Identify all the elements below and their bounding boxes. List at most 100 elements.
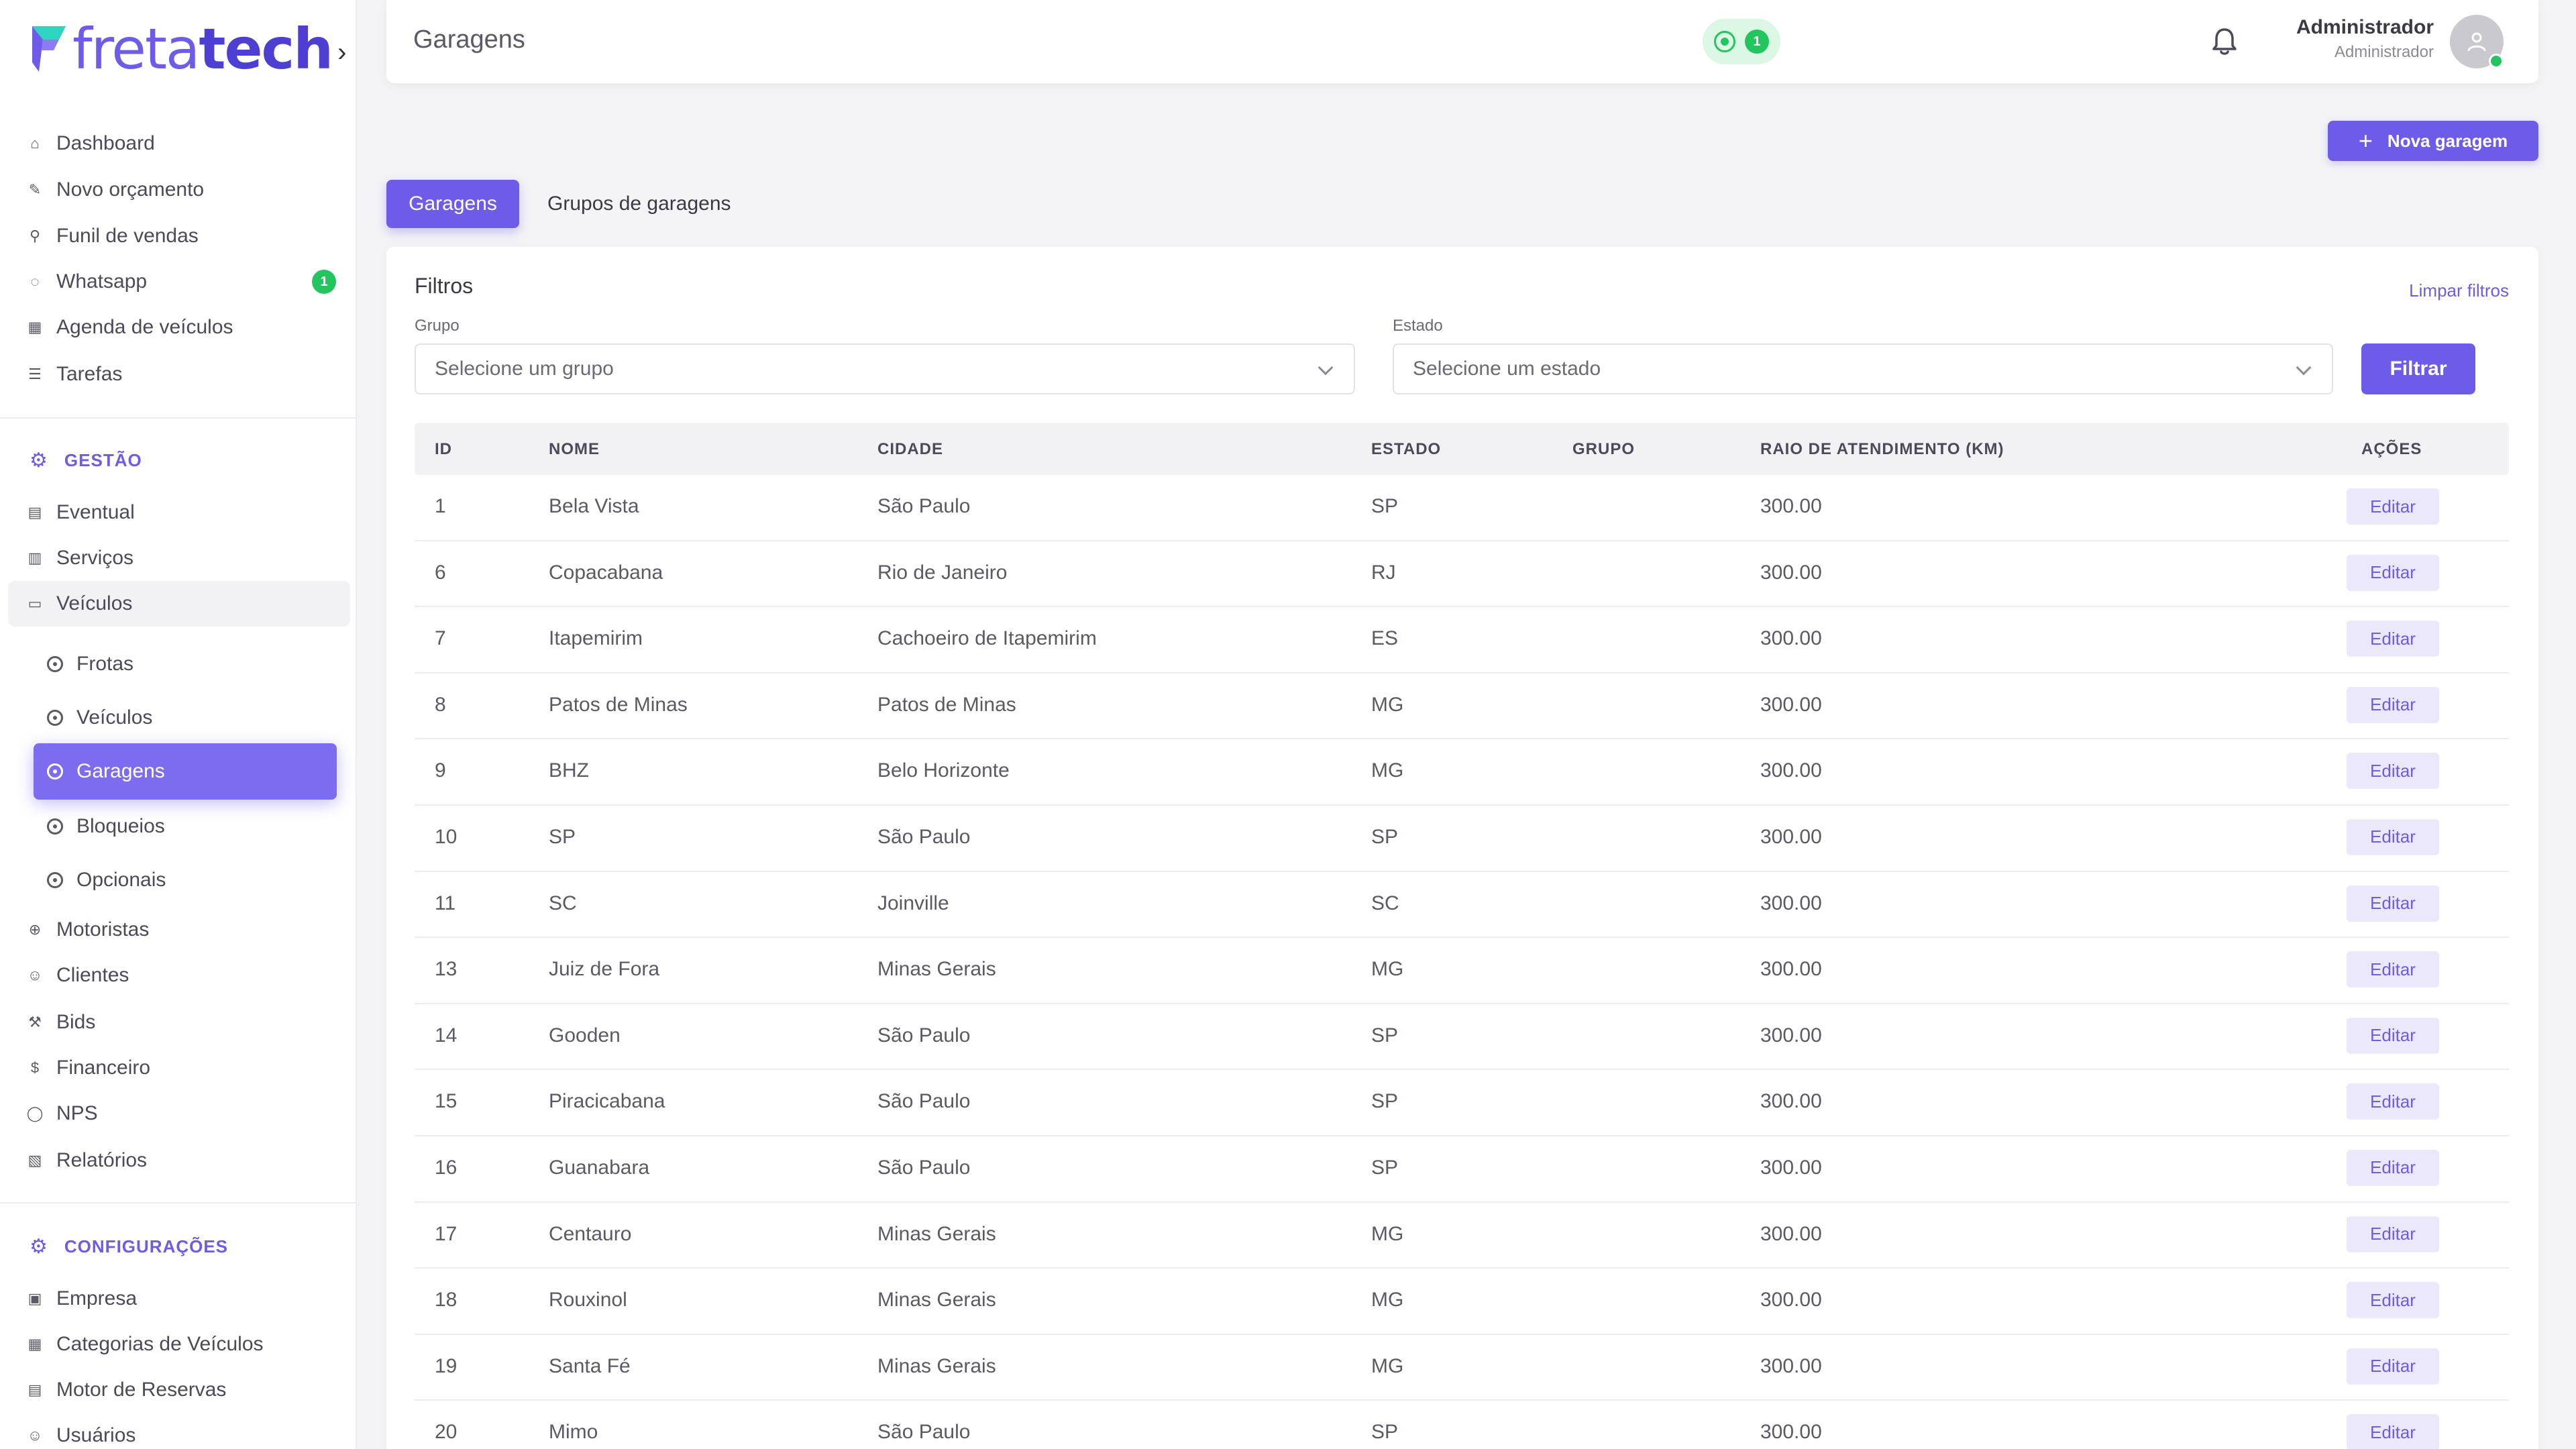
sidebar-item-usuarios[interactable]: ☺ Usuários	[27, 1417, 136, 1449]
sidebar-item-veiculos[interactable]: ▭ Veículos	[27, 585, 133, 623]
sidebar-item-funil-de-vendas[interactable]: ⚲ Funil de vendas	[27, 217, 199, 255]
column-estado[interactable]: ESTADO	[1371, 440, 1441, 459]
sidebar-item-label: Relatórios	[56, 1149, 148, 1171]
sidebar-subitem-veiculos[interactable]: Veículos	[47, 699, 152, 737]
clear-filters-link[interactable]: Limpar filtros	[2409, 280, 2509, 301]
edit-button[interactable]: Editar	[2347, 1348, 2439, 1385]
sidebar-item-empresa[interactable]: ▣ Empresa	[27, 1280, 137, 1318]
edit-button[interactable]: Editar	[2347, 686, 2439, 723]
column-nome[interactable]: NOME	[549, 440, 600, 459]
sidebar-item-financeiro[interactable]: $ Financeiro	[27, 1049, 150, 1087]
whatsapp-button[interactable]: 1	[1703, 19, 1780, 64]
edit-button[interactable]: Editar	[2347, 554, 2439, 591]
cell-id: 8	[435, 693, 446, 716]
edit-button[interactable]: Editar	[2347, 621, 2439, 657]
sidebar-item-eventual[interactable]: ▤ Eventual	[27, 494, 135, 531]
sidebar-item-motor-de-reservas[interactable]: ▤ Motor de Reservas	[27, 1371, 227, 1409]
edit-button[interactable]: Editar	[2347, 488, 2439, 525]
logo[interactable]: fretatech ›	[30, 19, 346, 79]
bell-icon[interactable]	[2211, 27, 2238, 56]
cell-raio: 300.00	[1760, 693, 1822, 716]
cell-id: 10	[435, 825, 458, 848]
group-label: Grupo	[415, 317, 460, 335]
tasks-icon: ☰	[28, 366, 42, 382]
cell-id: 14	[435, 1024, 458, 1046]
new-garage-button[interactable]: + Nova garagem	[2328, 121, 2538, 161]
sidebar-item-novo-orcamento[interactable]: ✎ Novo orçamento	[27, 171, 204, 209]
whatsapp-icon: ◌	[30, 273, 40, 290]
cell-estado: MG	[1371, 693, 1404, 716]
cell-cidade: Minas Gerais	[877, 958, 996, 981]
logo-mark-icon	[32, 26, 66, 72]
cell-raio: 300.00	[1760, 1024, 1822, 1046]
user-name[interactable]: Administrador	[2296, 16, 2434, 39]
sidebar-item-bids[interactable]: ⚒ Bids	[27, 1004, 95, 1041]
cell-raio: 300.00	[1760, 1222, 1822, 1245]
column-id[interactable]: ID	[435, 440, 452, 459]
tab-grupos-de-garagens[interactable]: Grupos de garagens	[537, 180, 742, 228]
chevron-right-icon[interactable]: ›	[337, 38, 346, 68]
sidebar-subitem-opcionais[interactable]: Opcionais	[47, 861, 166, 899]
cell-estado: MG	[1371, 1289, 1404, 1311]
cell-id: 18	[435, 1289, 458, 1311]
garages-card: Filtros Limpar filtros Grupo Selecione u…	[386, 247, 2538, 1449]
cell-nome: Patos de Minas	[549, 693, 688, 716]
sidebar-subitem-bloqueios[interactable]: Bloqueios	[47, 808, 165, 845]
cell-cidade: Minas Gerais	[877, 1354, 996, 1377]
sidebar-item-label: Serviços	[56, 547, 134, 569]
cell-cidade: Minas Gerais	[877, 1222, 996, 1245]
section-title-gestao: ⚙ GESTÃO	[30, 447, 142, 474]
column-cidade[interactable]: CIDADE	[877, 440, 943, 459]
chevron-down-icon	[1318, 360, 1334, 376]
edit-button[interactable]: Editar	[2347, 1017, 2439, 1054]
sidebar-item-servicos[interactable]: ▥ Serviços	[27, 539, 133, 577]
sidebar-item-nps[interactable]: ◯ NPS	[27, 1095, 98, 1132]
edit-button[interactable]: Editar	[2347, 753, 2439, 790]
table-row: 13 Juiz de Fora Minas Gerais MG 300.00 Editar	[415, 938, 2509, 1004]
whatsapp-badge: 1	[312, 270, 336, 294]
sidebar-item-whatsapp[interactable]: ◌ Whatsapp	[27, 263, 147, 301]
sidebar-item-label: Agenda de veículos	[56, 316, 233, 338]
table-icon: ▤	[28, 1381, 42, 1398]
edit-button[interactable]: Editar	[2347, 1414, 2439, 1449]
section-label: CONFIGURAÇÕES	[64, 1236, 229, 1256]
sidebar-item-label: Opcionais	[76, 869, 166, 891]
tab-garagens[interactable]: Garagens	[386, 180, 519, 228]
edit-button[interactable]: Editar	[2347, 1282, 2439, 1319]
column-grupo[interactable]: GRUPO	[1572, 440, 1635, 459]
table-row: 11 SC Joinville SC 300.00 Editar	[415, 872, 2509, 938]
whatsapp-count-badge: 1	[1745, 30, 1769, 54]
sidebar-item-relatorios[interactable]: ▧ Relatórios	[27, 1142, 147, 1179]
group-select[interactable]: Selecione um grupo	[415, 343, 1355, 394]
edit-button[interactable]: Editar	[2347, 951, 2439, 988]
edit-button[interactable]: Editar	[2347, 1216, 2439, 1252]
sidebar-item-label: Whatsapp	[56, 270, 148, 292]
state-select[interactable]: Selecione um estado	[1393, 343, 2333, 394]
sidebar-item-label: Veículos	[76, 706, 153, 729]
sidebar-item-agenda-de-veiculos[interactable]: ▦ Agenda de veículos	[27, 309, 233, 346]
sidebar-item-categorias-de-veiculos[interactable]: ▦ Categorias de Veículos	[27, 1326, 264, 1363]
column-raio[interactable]: RAIO DE ATENDIMENTO (KM)	[1760, 440, 2004, 459]
sidebar-item-tarefas[interactable]: ☰ Tarefas	[27, 356, 122, 393]
cell-raio: 300.00	[1760, 1090, 1822, 1113]
cell-raio: 300.00	[1760, 1156, 1822, 1179]
cell-raio: 300.00	[1760, 561, 1822, 584]
edit-icon: ✎	[28, 181, 42, 198]
circle-dot-icon	[47, 872, 63, 888]
filter-button[interactable]: Filtrar	[2361, 343, 2475, 394]
cell-estado: SP	[1371, 495, 1399, 517]
circle-dot-icon	[47, 656, 63, 672]
sidebar-item-clientes[interactable]: ☺ Clientes	[27, 957, 129, 994]
edit-button[interactable]: Editar	[2347, 1083, 2439, 1120]
edit-button[interactable]: Editar	[2347, 1149, 2439, 1186]
sidebar-subitem-frotas[interactable]: Frotas	[47, 645, 133, 683]
sidebar-item-motoristas[interactable]: ⊕ Motoristas	[27, 911, 150, 949]
funnel-icon: ⚲	[29, 227, 41, 244]
sidebar-subitem-garagens[interactable]: Garagens	[34, 743, 337, 800]
edit-button[interactable]: Editar	[2347, 818, 2439, 855]
cell-nome: Mimo	[549, 1421, 598, 1444]
cell-raio: 300.00	[1760, 1354, 1822, 1377]
sidebar-item-dashboard[interactable]: ⌂ Dashboard	[27, 125, 154, 162]
cell-cidade: São Paulo	[877, 495, 971, 517]
edit-button[interactable]: Editar	[2347, 885, 2439, 922]
